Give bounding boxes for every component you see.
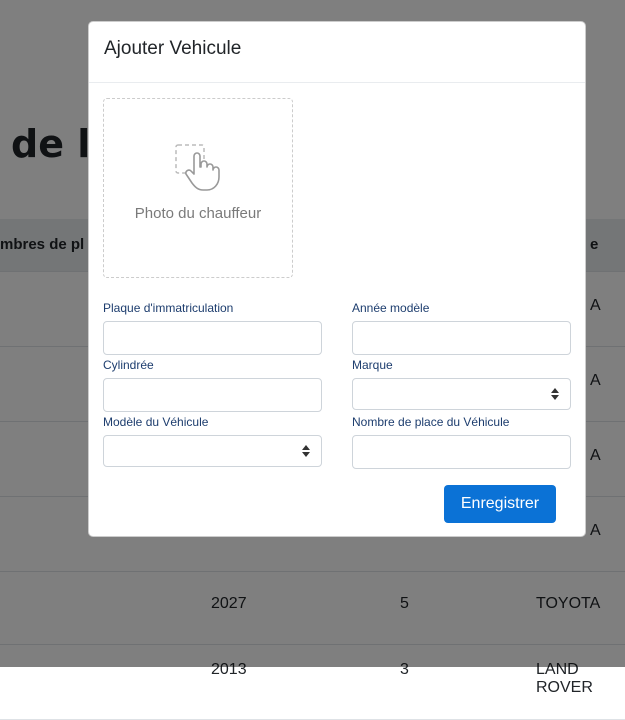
model-label: Modèle du Véhicule [103,415,209,429]
select-caret-icon [302,445,310,457]
plate-label: Plaque d'immatriculation [103,301,234,315]
brand-select[interactable] [352,378,571,410]
select-caret-icon [551,388,559,400]
cylinder-field-group: Cylindrée [103,358,322,412]
model-field-group: Modèle du Véhicule [103,415,322,467]
year-label: Année modèle [352,301,430,315]
seats-field-group: Nombre de place du Véhicule [352,415,571,469]
modal-header: Ajouter Vehicule [89,22,585,83]
seats-label: Nombre de place du Véhicule [352,415,510,429]
touch-upload-icon [175,144,220,191]
plate-field-group: Plaque d'immatriculation [103,301,322,355]
modal-title: Ajouter Vehicule [104,38,242,59]
seats-input[interactable] [352,435,571,469]
save-button[interactable]: Enregistrer [444,485,556,523]
cylinder-input[interactable] [103,378,322,412]
model-select[interactable] [103,435,322,467]
cylinder-label: Cylindrée [103,358,154,372]
photo-upload-dropzone[interactable]: Photo du chauffeur [103,98,293,278]
brand-field-group: Marque [352,358,571,410]
plate-input[interactable] [103,321,322,355]
photo-label: Photo du chauffeur [134,205,262,222]
year-input[interactable] [352,321,571,355]
brand-label: Marque [352,358,393,372]
add-vehicle-modal: Ajouter Vehicule Photo du chauffeur Plaq… [88,21,586,537]
year-field-group: Année modèle [352,301,571,355]
